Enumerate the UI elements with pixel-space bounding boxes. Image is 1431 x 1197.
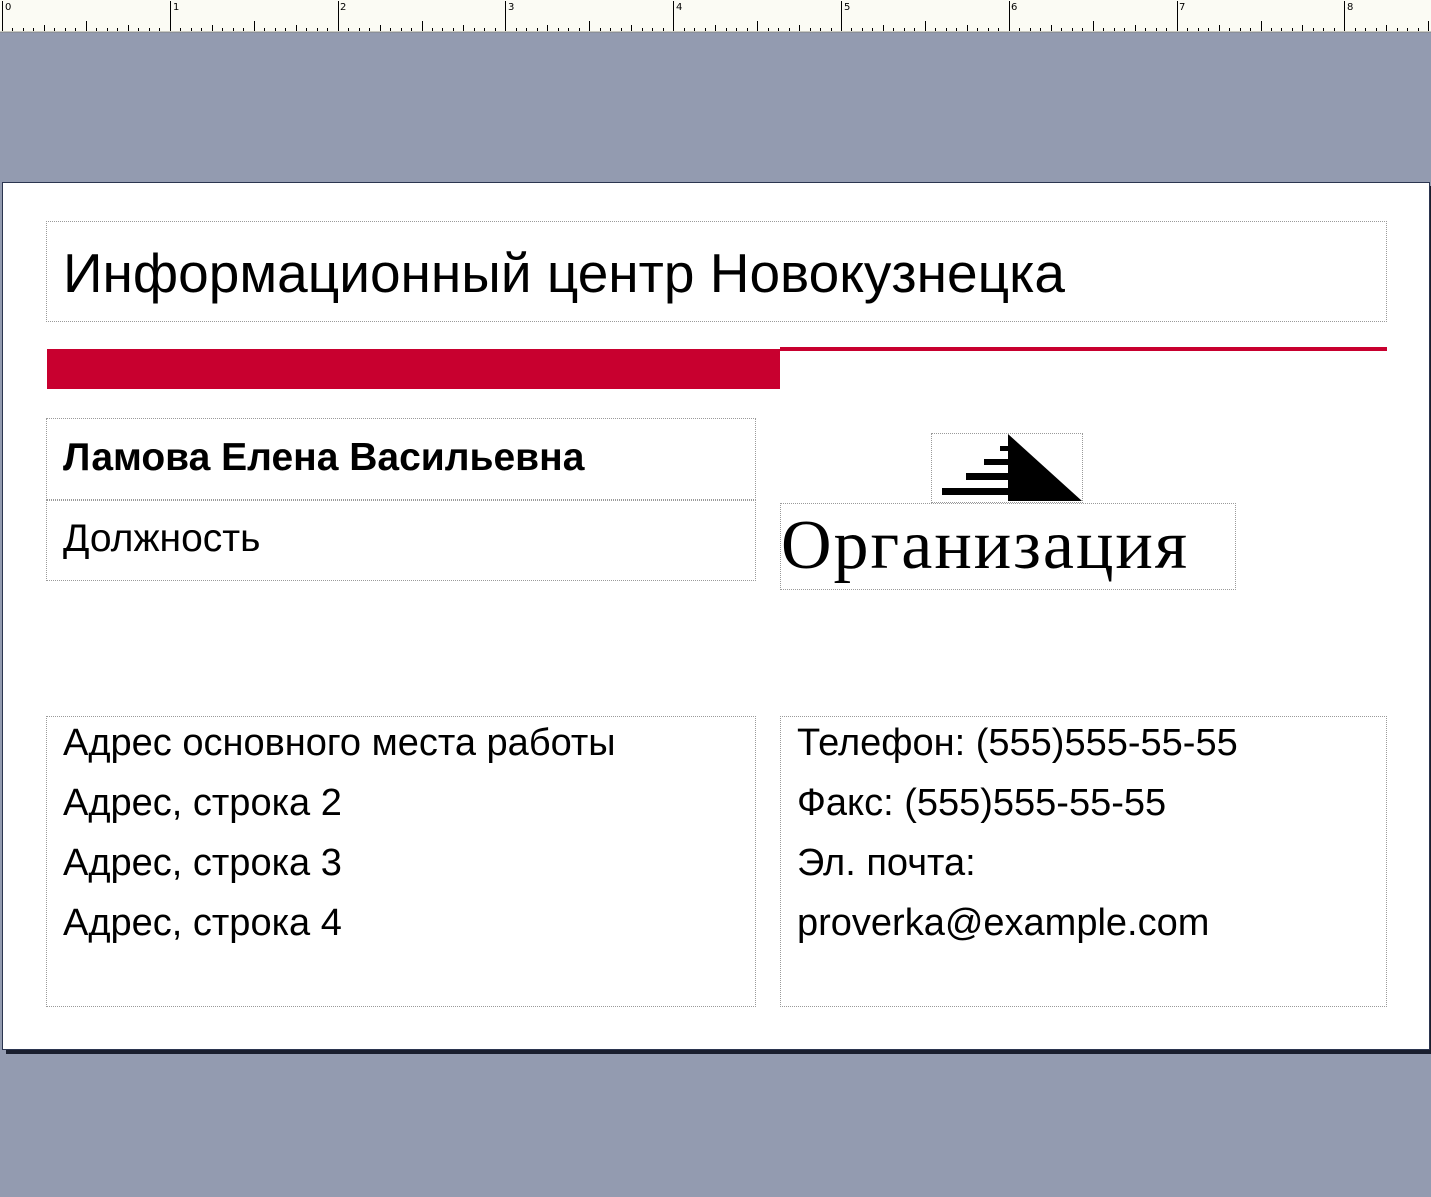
accent-bar[interactable] bbox=[47, 349, 780, 389]
organization-name: Организация bbox=[781, 507, 1190, 584]
email-label: Эл. почта: bbox=[797, 842, 976, 884]
horizontal-ruler[interactable]: 0 1 2 3 4 5 6 7 8 bbox=[0, 0, 1431, 33]
ruler-ticks bbox=[2, 1, 1429, 31]
fax-line: Факс: (555)555-55-55 bbox=[797, 782, 1167, 824]
person-name-frame[interactable]: Ламова Елена Васильевна bbox=[46, 418, 756, 500]
logo-frame[interactable] bbox=[931, 433, 1083, 503]
contact-frame[interactable]: Телефон: (555)555-55-55 Факс: (555)555-5… bbox=[780, 716, 1387, 1007]
company-name: Информационный центр Новокузнецка bbox=[63, 242, 1065, 304]
address-line-4: Адрес, строка 4 bbox=[63, 902, 342, 944]
position-title: Должность bbox=[63, 517, 261, 560]
ruler-mark-8: 8 bbox=[1347, 2, 1354, 13]
ruler-mark-7: 7 bbox=[1179, 2, 1186, 13]
accent-line[interactable] bbox=[780, 347, 1387, 351]
ruler-mark-5: 5 bbox=[844, 2, 851, 13]
business-card-page: Информационный центр Новокузнецка Ламова… bbox=[2, 182, 1430, 1050]
ruler-mark-2: 2 bbox=[340, 2, 347, 13]
company-name-frame[interactable]: Информационный центр Новокузнецка bbox=[46, 221, 1387, 322]
ruler-mark-3: 3 bbox=[508, 2, 515, 13]
ruler-mark-0: 0 bbox=[5, 2, 12, 13]
organization-frame[interactable]: Организация bbox=[780, 503, 1236, 590]
email-address: proverka@example.com bbox=[797, 902, 1210, 944]
person-name: Ламова Елена Васильевна bbox=[63, 436, 585, 479]
ruler-mark-4: 4 bbox=[676, 2, 683, 13]
address-frame[interactable]: Адрес основного места работы Адрес, стро… bbox=[46, 716, 756, 1007]
address-line-1: Адрес основного места работы bbox=[63, 722, 616, 764]
ruler-mark-1: 1 bbox=[173, 2, 180, 13]
ruler-mark-6: 6 bbox=[1011, 2, 1018, 13]
address-line-3: Адрес, строка 3 bbox=[63, 842, 342, 884]
address-line-2: Адрес, строка 2 bbox=[63, 782, 342, 824]
phone-line: Телефон: (555)555-55-55 bbox=[797, 722, 1238, 764]
position-frame[interactable]: Должность bbox=[46, 500, 756, 581]
pyramid-logo-icon bbox=[942, 434, 1082, 501]
